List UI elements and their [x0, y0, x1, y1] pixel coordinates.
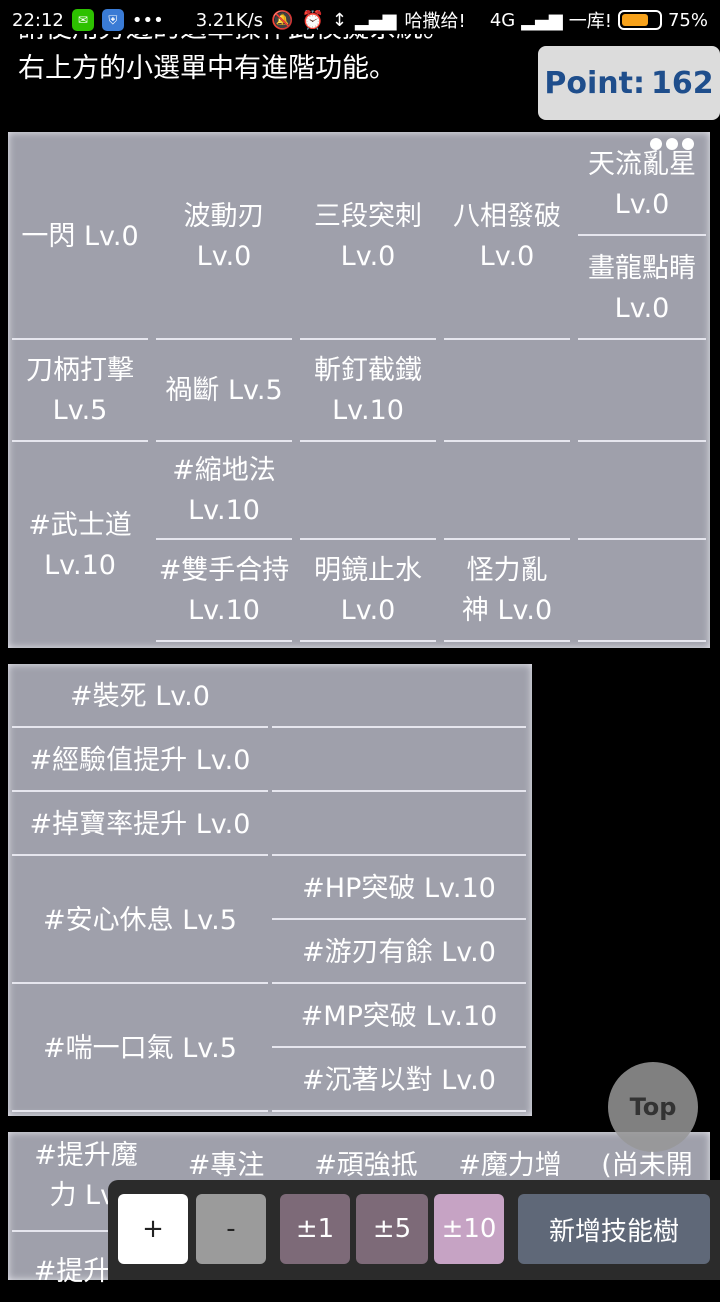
- empty-cell: [300, 444, 436, 540]
- empty-cell: [578, 444, 706, 540]
- skill-cell[interactable]: #安心休息 Lv.5: [12, 860, 268, 984]
- wechat-icon: ✉: [71, 9, 94, 31]
- carrier-1: 哈撒给!: [404, 11, 466, 32]
- mute-icon: 🔕: [271, 9, 294, 31]
- skill-cell[interactable]: #HP突破 Lv.10: [272, 860, 526, 920]
- empty-cell: [578, 542, 706, 642]
- skill-cell[interactable]: 明鏡止水 Lv.0: [300, 542, 436, 642]
- skill-cell[interactable]: #MP突破 Lv.10: [272, 988, 526, 1048]
- battery-fill: [621, 14, 648, 26]
- skill-cell[interactable]: #雙手合持 Lv.10: [156, 542, 292, 642]
- point-label: Point:: [544, 65, 645, 101]
- carrier-2: 一库!: [568, 11, 612, 32]
- empty-cell: [444, 342, 570, 442]
- empty-cell: [272, 668, 526, 728]
- plus-button[interactable]: +: [118, 1194, 188, 1264]
- skill-cell[interactable]: 天流亂星 Lv.0: [578, 136, 706, 236]
- intro-line-2: 右上方的小選單中有進階功能。: [18, 53, 396, 84]
- point-display: Point: 162: [538, 46, 720, 120]
- skill-cell[interactable]: 八相發破 Lv.0: [444, 136, 570, 340]
- skill-cell[interactable]: #喘一口氣 Lv.5: [12, 988, 268, 1112]
- skill-cell[interactable]: #武士道 Lv.10: [12, 444, 148, 648]
- bottom-toolbar: + - ±1 ±5 ±10 新增技能樹: [108, 1180, 720, 1280]
- intro-text: 請使用旁邊的選單操作此模擬系統。 右上方的小選單中有進階功能。: [18, 34, 450, 88]
- skill-cell[interactable]: 畫龍點睛 Lv.0: [578, 240, 706, 340]
- signal-icon: ▂▄▆: [355, 9, 397, 31]
- skill-cell[interactable]: 一閃 Lv.0: [12, 136, 148, 340]
- network-type: 4G: [489, 9, 516, 31]
- skill-cell[interactable]: 斬釘截鐵 Lv.10: [300, 342, 436, 442]
- pm1-button[interactable]: ±1: [280, 1194, 350, 1264]
- skill-cell[interactable]: 波動刃 Lv.0: [156, 136, 292, 340]
- skill-cell[interactable]: #縮地法 Lv.10: [156, 444, 292, 540]
- minus-button[interactable]: -: [196, 1194, 266, 1264]
- vibrate-icon: ↕: [331, 9, 347, 31]
- empty-cell: [444, 444, 570, 540]
- pm5-button[interactable]: ±5: [356, 1194, 428, 1264]
- skill-cell[interactable]: #裝死 Lv.0: [12, 668, 268, 728]
- skill-cell[interactable]: 禍斷 Lv.5: [156, 342, 292, 442]
- shield-icon: ⛨: [101, 9, 124, 31]
- skill-cell[interactable]: #掉寶率提升 Lv.0: [12, 796, 268, 856]
- skill-cell[interactable]: #經驗值提升 Lv.0: [12, 732, 268, 792]
- empty-cell: [272, 732, 526, 792]
- battery-icon: [617, 10, 662, 30]
- battery-percent: 75%: [667, 9, 708, 31]
- add-skill-tree-button[interactable]: 新增技能樹: [518, 1194, 710, 1264]
- alarm-icon: ⏰: [301, 9, 324, 31]
- pm10-button[interactable]: ±10: [434, 1194, 504, 1264]
- skill-cell[interactable]: #游刃有餘 Lv.0: [272, 924, 526, 984]
- skill-cell[interactable]: 刀柄打擊 Lv.5: [12, 342, 148, 442]
- point-value: 162: [650, 65, 714, 101]
- skill-cell[interactable]: #沉著以對 Lv.0: [272, 1052, 526, 1112]
- empty-cell: [578, 342, 706, 442]
- network-speed: 3.21K/s: [195, 9, 264, 31]
- clock: 22:12: [12, 9, 64, 31]
- empty-cell: [272, 796, 526, 856]
- skill-tree-1: 一閃 Lv.0 波動刃 Lv.0 三段突刺 Lv.0 八相發破 Lv.0 天流亂…: [8, 132, 710, 648]
- intro-line-1: 請使用旁邊的選單操作此模擬系統。: [18, 34, 450, 48]
- more-notifications-icon: •••: [131, 9, 164, 31]
- skill-cell[interactable]: 怪力亂神 Lv.0: [444, 542, 570, 642]
- skill-tree-2: #裝死 Lv.0 #經驗值提升 Lv.0 #掉寶率提升 Lv.0 #安心休息 L…: [8, 664, 532, 1116]
- scroll-top-button[interactable]: Top: [608, 1062, 698, 1152]
- skill-cell[interactable]: 三段突刺 Lv.0: [300, 136, 436, 340]
- signal-2-icon: ▂▄▆: [521, 9, 563, 31]
